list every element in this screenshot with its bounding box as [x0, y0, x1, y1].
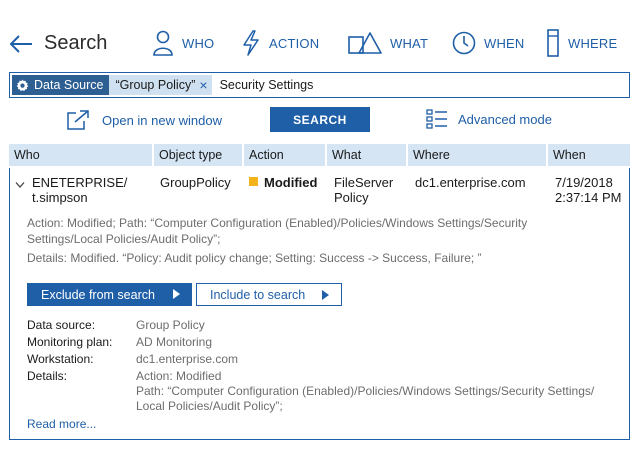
row-who: ENETERPRISE/ t.simpson: [32, 175, 127, 205]
row-when-time: 2:37:14 PM: [555, 190, 622, 205]
person-icon: [153, 30, 173, 56]
nav-action[interactable]: ACTION: [241, 28, 319, 58]
column-header-object-type[interactable]: Object type: [154, 144, 242, 166]
row-where: dc1.enterprise.com: [415, 175, 526, 190]
page-title: Search: [44, 32, 108, 54]
field-key-monitoring-plan: Monitoring plan:: [27, 335, 113, 349]
field-value-details-path-line2: Local Policies/Audit Policy”;: [136, 399, 283, 413]
filter-chip-value-text: “Group Policy”: [115, 78, 196, 92]
list-icon: [426, 109, 447, 129]
row-summary-line2: Settings/Local Policies/Audit Policy”;: [27, 232, 221, 246]
column-header-where[interactable]: Where: [408, 144, 546, 166]
row-action: Modified: [249, 175, 317, 190]
row-who-line2: t.simpson: [32, 190, 88, 205]
include-to-search-button[interactable]: Include to search: [196, 283, 342, 306]
actions-row: Open in new window SEARCH Advanced mode: [0, 106, 640, 136]
open-new-window-link[interactable]: Open in new window: [66, 110, 222, 130]
nav-what-label: WHAT: [390, 35, 429, 51]
nav-where[interactable]: WHERE: [546, 28, 617, 58]
read-more-link[interactable]: Read more...: [27, 417, 96, 431]
play-arrow-icon: [322, 290, 329, 300]
filter-chip-value[interactable]: “Group Policy” ×: [109, 75, 212, 95]
row-who-line1: ENETERPRISE/: [32, 175, 128, 190]
include-button-label: Include to search: [210, 287, 306, 302]
search-input[interactable]: Data Source “Group Policy” × Security Se…: [9, 72, 630, 98]
field-value-details-path-line1: Path: “Computer Configuration (Enabled)/…: [136, 384, 595, 398]
row-when: 7/19/2018 2:37:14 PM: [555, 175, 622, 205]
nav-when[interactable]: WHEN: [452, 28, 525, 58]
modified-status-icon: [249, 177, 258, 186]
row-when-date: 7/19/2018: [555, 175, 613, 190]
lightning-icon: [243, 30, 259, 56]
field-key-workstation: Workstation:: [27, 352, 94, 366]
field-value-monitoring-plan: AD Monitoring: [136, 335, 213, 349]
column-header-who[interactable]: Who: [9, 144, 152, 166]
advanced-mode-link[interactable]: Advanced mode: [426, 109, 552, 129]
row-action-text: Modified: [264, 175, 318, 190]
exclude-button-label: Exclude from search: [41, 287, 155, 302]
table-header: Who Object type Action What Where When: [9, 144, 630, 166]
nav-who[interactable]: WHO: [152, 28, 214, 58]
nav-action-label: ACTION: [269, 35, 320, 51]
nav-where-label: WHERE: [568, 35, 618, 51]
row-object-type: GroupPolicy: [160, 175, 231, 190]
search-button[interactable]: SEARCH: [270, 107, 370, 132]
advanced-mode-label: Advanced mode: [458, 111, 552, 127]
column-header-what[interactable]: What: [327, 144, 406, 166]
gear-icon: [16, 79, 29, 91]
column-header-action[interactable]: Action: [244, 144, 325, 166]
nav-what[interactable]: WHAT: [348, 28, 428, 58]
search-query-text[interactable]: Security Settings: [220, 78, 314, 92]
field-key-data-source: Data source:: [27, 318, 96, 332]
row-what-line2: Policy: [334, 190, 369, 205]
field-value-details: Action: Modified: [136, 369, 222, 383]
row-what-line1: FileServer: [334, 175, 394, 190]
filter-chip-data-source[interactable]: Data Source: [12, 75, 110, 95]
back-arrow-icon[interactable]: [8, 32, 36, 56]
collapse-chevron-icon[interactable]: [15, 177, 25, 192]
top-bar: Search WHO ACTION WHAT WHEN WHERE: [0, 0, 640, 62]
field-value-data-source: Group Policy: [136, 318, 205, 332]
server-icon: [547, 29, 559, 57]
nav-when-label: WHEN: [484, 35, 525, 51]
expanded-table-row: ENETERPRISE/ t.simpson GroupPolicy Modif…: [9, 168, 630, 440]
row-summary-line3: Details: Modified. “Policy: Audit policy…: [27, 251, 482, 265]
field-value-workstation: dc1.enterprise.com: [136, 352, 239, 366]
clock-icon: [452, 31, 476, 55]
column-header-when[interactable]: When: [548, 144, 630, 166]
exclude-from-search-button[interactable]: Exclude from search: [27, 283, 192, 306]
remove-filter-icon[interactable]: ×: [199, 77, 207, 93]
row-what: FileServer Policy: [334, 175, 393, 205]
play-arrow-icon: [173, 289, 180, 299]
open-new-window-label: Open in new window: [102, 112, 222, 128]
filter-chip-label: Data Source: [34, 78, 104, 92]
external-window-icon: [67, 110, 89, 130]
shapes-icon: [348, 32, 382, 54]
field-key-details: Details:: [27, 369, 68, 383]
nav-who-label: WHO: [182, 35, 215, 51]
row-summary-line1: Action: Modified; Path: “Computer Config…: [27, 216, 528, 230]
